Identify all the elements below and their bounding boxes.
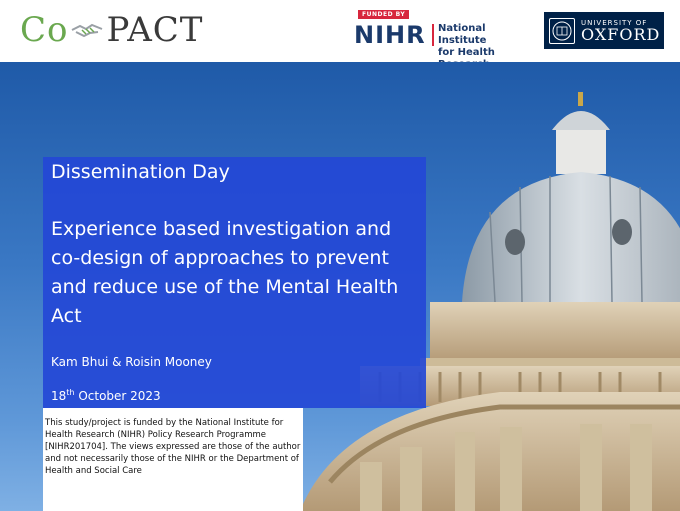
slide: Co PACT FUNDED BY NIHR National Institut… [0, 0, 680, 511]
slide-title: Dissemination Day [51, 161, 230, 183]
slide-date-suffix: th [66, 388, 75, 397]
funding-statement-box: This study/project is funded by the Nati… [43, 408, 303, 511]
oxford-name: OXFORD [581, 24, 661, 44]
handshake-icon [72, 23, 103, 38]
oxford-crest-icon [549, 17, 575, 44]
nihr-divider [432, 24, 434, 46]
nihr-logo: FUNDED BY NIHR National Institute for He… [354, 8, 534, 70]
slide-date: 18th October 2023 [51, 388, 161, 403]
slide-date-day: 18 [51, 389, 67, 403]
nihr-wordmark: NIHR [354, 21, 426, 49]
nihr-name-line1: National Institute [438, 23, 487, 46]
title-box: Dissemination Day Experience based inves… [43, 157, 426, 408]
copact-logo-pact: PACT [106, 10, 204, 50]
oxford-wordmark: UNIVERSITY OF OXFORD [581, 19, 660, 43]
copact-logo-co: Co [20, 10, 69, 50]
nihr-funded-by-label: FUNDED BY [358, 10, 410, 19]
slide-header: Co PACT FUNDED BY NIHR National Institut… [0, 0, 680, 70]
funding-statement: This study/project is funded by the Nati… [45, 418, 301, 476]
copact-logo: Co PACT [20, 10, 204, 50]
oxford-logo: UNIVERSITY OF OXFORD [544, 12, 664, 49]
slide-subtitle: Experience based investigation and co-de… [51, 218, 399, 327]
slide-authors: Kam Bhui & Roisin Mooney [51, 355, 212, 369]
slide-date-rest: October 2023 [74, 389, 161, 403]
